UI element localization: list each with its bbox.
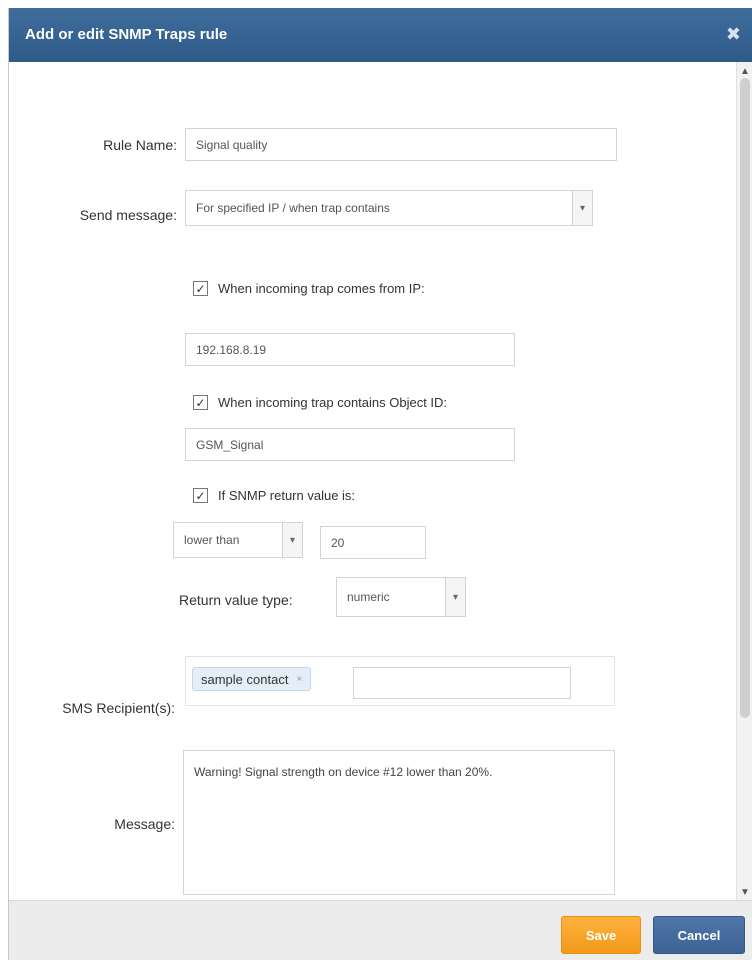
return-value-check-row[interactable]: ✓ If SNMP return value is: xyxy=(193,488,355,503)
dialog-title: Add or edit SNMP Traps rule xyxy=(25,26,228,43)
object-id-check-row[interactable]: ✓ When incoming trap contains Object ID: xyxy=(193,395,447,410)
return-type-value: numeric xyxy=(347,590,390,604)
dialog-footer: Save Cancel xyxy=(9,900,752,960)
object-id-check-label: When incoming trap contains Object ID: xyxy=(218,395,448,410)
return-type-select[interactable]: numeric ▾ xyxy=(336,577,466,617)
sms-recipients-field[interactable]: sample contact × xyxy=(185,656,615,706)
rule-name-label: Rule Name: xyxy=(103,137,177,153)
dialog-scrollbar[interactable]: ▲ ▼ xyxy=(736,62,752,900)
return-value-check-label: If SNMP return value is: xyxy=(218,488,356,503)
recipient-tag[interactable]: sample contact × xyxy=(192,667,312,691)
comparison-select[interactable]: lower than ▾ xyxy=(173,522,303,558)
from-ip-check-label: When incoming trap comes from IP: xyxy=(218,281,425,296)
return-type-label: Return value type: xyxy=(179,592,293,608)
save-button[interactable]: Save xyxy=(561,916,641,954)
rule-name-input[interactable]: Signal quality xyxy=(185,128,617,161)
chevron-down-icon[interactable]: ▾ xyxy=(445,578,465,616)
chevron-down-icon[interactable]: ▾ xyxy=(572,191,592,225)
send-message-value: For specified IP / when trap contains xyxy=(196,201,390,215)
ip-input[interactable]: 192.168.8.19 xyxy=(185,333,515,366)
snmp-rule-dialog: Add or edit SNMP Traps rule ✖ Rule Name:… xyxy=(8,8,752,960)
message-label: Message: xyxy=(114,816,175,832)
from-ip-checkbox[interactable]: ✓ xyxy=(193,281,208,296)
threshold-input[interactable]: 20 xyxy=(320,526,426,559)
from-ip-check-row[interactable]: ✓ When incoming trap comes from IP: xyxy=(193,281,425,296)
object-id-checkbox[interactable]: ✓ xyxy=(193,395,208,410)
close-icon[interactable]: ✖ xyxy=(726,24,741,45)
return-value-checkbox[interactable]: ✓ xyxy=(193,488,208,503)
dialog-titlebar: Add or edit SNMP Traps rule ✖ xyxy=(9,8,752,62)
chevron-down-icon[interactable]: ▾ xyxy=(282,523,302,557)
send-message-label: Send message: xyxy=(79,207,177,223)
cancel-button[interactable]: Cancel xyxy=(653,916,745,954)
remove-tag-icon[interactable]: × xyxy=(296,674,302,685)
recipient-tag-label: sample contact xyxy=(201,671,289,687)
object-id-input[interactable]: GSM_Signal xyxy=(185,428,515,461)
recipient-search-input[interactable] xyxy=(353,667,571,699)
scroll-thumb[interactable] xyxy=(740,78,750,718)
send-message-select[interactable]: For specified IP / when trap contains ▾ xyxy=(185,190,593,226)
scroll-up-icon[interactable]: ▲ xyxy=(737,66,752,77)
scroll-down-icon[interactable]: ▼ xyxy=(737,887,752,898)
message-textarea[interactable]: Warning! Signal strength on device #12 l… xyxy=(183,750,615,895)
sms-recipients-label: SMS Recipient(s): xyxy=(62,700,175,716)
comparison-value: lower than xyxy=(184,533,240,547)
